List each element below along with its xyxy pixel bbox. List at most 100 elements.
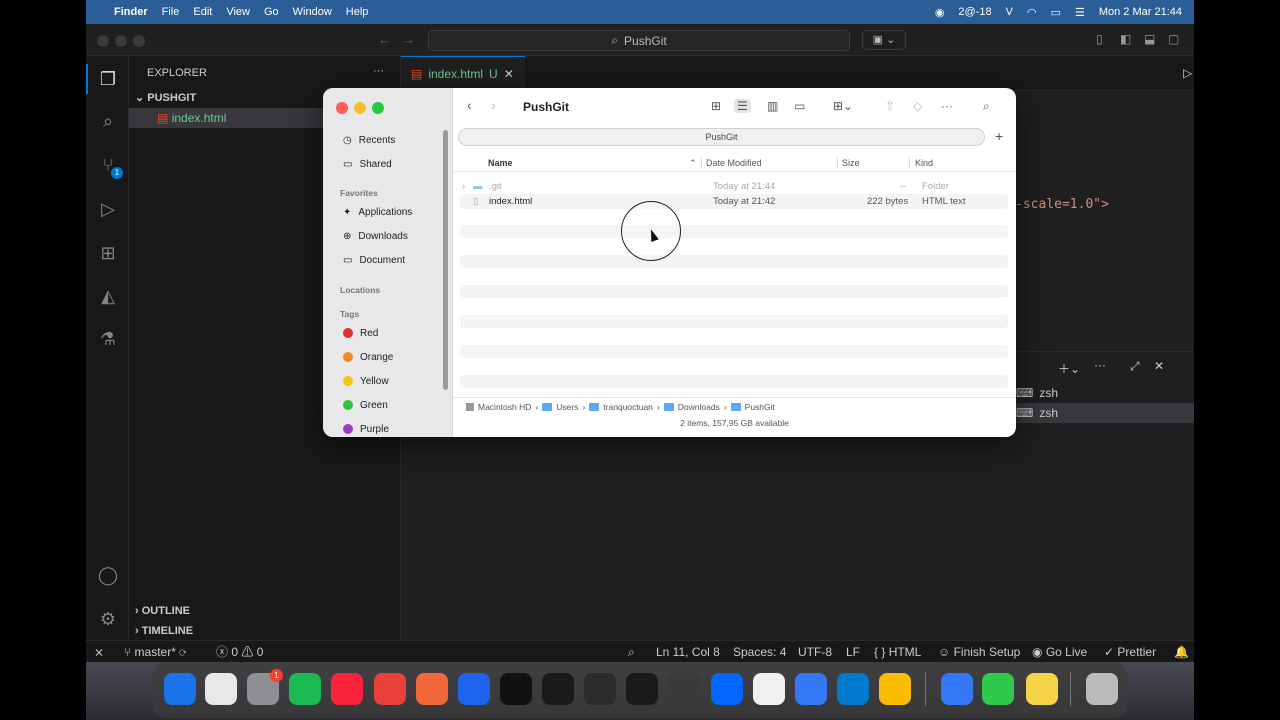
cursor-position[interactable]: Ln 11, Col 8 [656,641,720,663]
dock-app-icon[interactable] [458,673,490,705]
menu-help[interactable]: Help [346,6,369,18]
dock-app-icon[interactable] [879,673,911,705]
back-arrow-icon[interactable]: ← [378,32,391,47]
battery-icon[interactable]: ▭ [1051,6,1061,19]
minimize-window-button[interactable] [354,102,366,114]
column-view-icon[interactable]: ▥ [767,99,778,113]
dock-app-icon[interactable] [626,673,658,705]
dock-app-icon[interactable] [795,673,827,705]
close-panel-icon[interactable]: ✕ [1154,359,1164,373]
more-actions-icon[interactable]: ··· [1094,358,1106,372]
account-icon[interactable]: ◯ [97,564,119,586]
disclosure-triangle-icon[interactable]: › [462,181,465,192]
column-kind[interactable]: Kind [915,158,933,168]
control-center-icon[interactable]: ☰ [1075,6,1085,19]
remote-explorer-icon[interactable]: ◭ [97,285,119,307]
testing-icon[interactable]: ⚗ [97,328,119,350]
toggle-sidebar-icon[interactable]: ▯ [1096,32,1103,46]
path-segment[interactable]: Macintosh HD [478,402,531,412]
table-row[interactable]: › ▬ .git Today at 21:44 -- Folder [460,179,1008,194]
input-source[interactable]: V [1006,6,1013,18]
dock-app-icon[interactable] [416,673,448,705]
gear-icon[interactable]: ⚙ [97,608,119,630]
new-tab-button[interactable]: + [995,128,1003,144]
tag-yellow[interactable]: Yellow [343,372,389,390]
notifications-icon[interactable]: 🔔 [1174,641,1189,663]
source-control-icon[interactable]: ⑂ 1 [97,154,123,179]
menu-window[interactable]: Window [293,6,332,18]
dock-app-icon[interactable] [668,673,700,705]
close-window-button[interactable] [97,35,109,47]
dock-app-icon[interactable] [331,673,363,705]
dock-app-icon[interactable]: 1 [247,669,283,705]
clock[interactable]: Mon 2 Mar 21:44 [1099,6,1182,18]
branch-item[interactable]: ⑂ master* ⟳ [124,641,186,663]
terminal-tab[interactable]: ⌨ zsh [1016,383,1194,403]
remote-icon[interactable]: ⨯ [94,641,104,663]
path-segment[interactable]: Users [556,402,578,412]
dock-app-icon[interactable] [205,673,237,705]
dock-app-icon[interactable] [837,673,869,705]
forward-arrow-icon[interactable]: → [402,32,415,47]
dock-app-icon[interactable] [374,673,406,705]
go-live-item[interactable]: ◉ Go Live [1032,641,1087,663]
tag-icon[interactable]: ◇ [913,99,922,113]
more-actions-icon[interactable]: ··· [373,65,384,77]
search-icon[interactable]: ⌕ [983,99,990,114]
copilot-chat-button[interactable]: ▣ ⌄ [862,30,906,50]
tag-red[interactable]: Red [343,324,378,342]
encoding[interactable]: UTF-8 [798,641,832,663]
finish-setup-item[interactable]: ☺ Finish Setup [938,641,1020,663]
sidebar-item-downloads[interactable]: ⊕ Downloads [343,227,408,245]
outline-section[interactable]: › OUTLINE [129,601,401,621]
new-terminal-icon[interactable]: ＋⌄ [1058,360,1080,377]
toggle-primary-sidebar-icon[interactable]: ◧ [1120,32,1131,46]
dock-app-icon[interactable] [289,673,321,705]
run-icon[interactable]: ▷ [1183,66,1192,80]
dock-app-icon[interactable] [584,673,616,705]
dock-app-icon[interactable] [164,673,196,705]
problems-item[interactable]: ⓧ 0 ⚠ 0 [216,641,263,663]
sidebar-item-recents[interactable]: ◷ Recents [343,131,395,149]
dock-app-icon[interactable] [1026,673,1058,705]
tag-purple[interactable]: Purple [343,420,389,437]
search-icon[interactable]: ⌕ [97,110,119,132]
wifi-icon[interactable]: ◠ [1027,6,1037,19]
command-center-search[interactable]: ⌕ PushGit [428,30,850,51]
dock-app-icon[interactable] [711,673,743,705]
close-icon[interactable]: ✕ [504,67,514,81]
extensions-icon[interactable]: ⊞ [97,242,119,264]
dock-app-icon[interactable] [753,673,785,705]
zoom-window-button[interactable] [133,35,145,47]
gallery-view-icon[interactable]: ▭ [794,99,805,113]
list-view-icon[interactable]: ☰ [734,99,751,113]
line-ending[interactable]: LF [846,641,860,663]
menu-edit[interactable]: Edit [193,6,212,18]
dock-app-icon[interactable] [941,673,973,705]
dock-app-icon[interactable] [982,673,1014,705]
customize-layout-icon[interactable]: ▢ [1168,32,1179,46]
record-icon[interactable]: ◉ [935,6,945,19]
language-mode[interactable]: { } HTML [874,641,921,663]
sidebar-item-document[interactable]: ▭ Document [343,251,405,269]
finder-tab[interactable]: PushGit [458,128,985,146]
icon-view-icon[interactable]: ⊞ [711,99,721,113]
menu-app-name[interactable]: Finder [114,6,148,18]
run-debug-icon[interactable]: ▷ [97,198,119,220]
back-button[interactable]: ‹ [467,97,472,113]
tag-green[interactable]: Green [343,396,388,414]
tag-orange[interactable]: Orange [343,348,393,366]
column-date-modified[interactable]: Date Modified [706,158,762,168]
path-segment[interactable]: tranquoctuan [603,402,653,412]
explorer-icon[interactable]: ❐ [97,68,119,90]
dock-app-icon[interactable] [1086,673,1118,705]
path-segment[interactable]: PushGit [745,402,775,412]
zoom-icon[interactable]: ⌕ [628,641,635,663]
zoom-window-button[interactable] [372,102,384,114]
tab-index-html[interactable]: ▤ index.html U ✕ [401,56,525,91]
sidebar-item-shared[interactable]: ▭ Shared [343,155,392,173]
sidebar-scrollbar[interactable] [443,130,448,390]
maximize-panel-icon[interactable]: ⤢ [1130,359,1140,374]
menu-go[interactable]: Go [264,6,279,18]
dock-app-icon[interactable] [542,673,574,705]
